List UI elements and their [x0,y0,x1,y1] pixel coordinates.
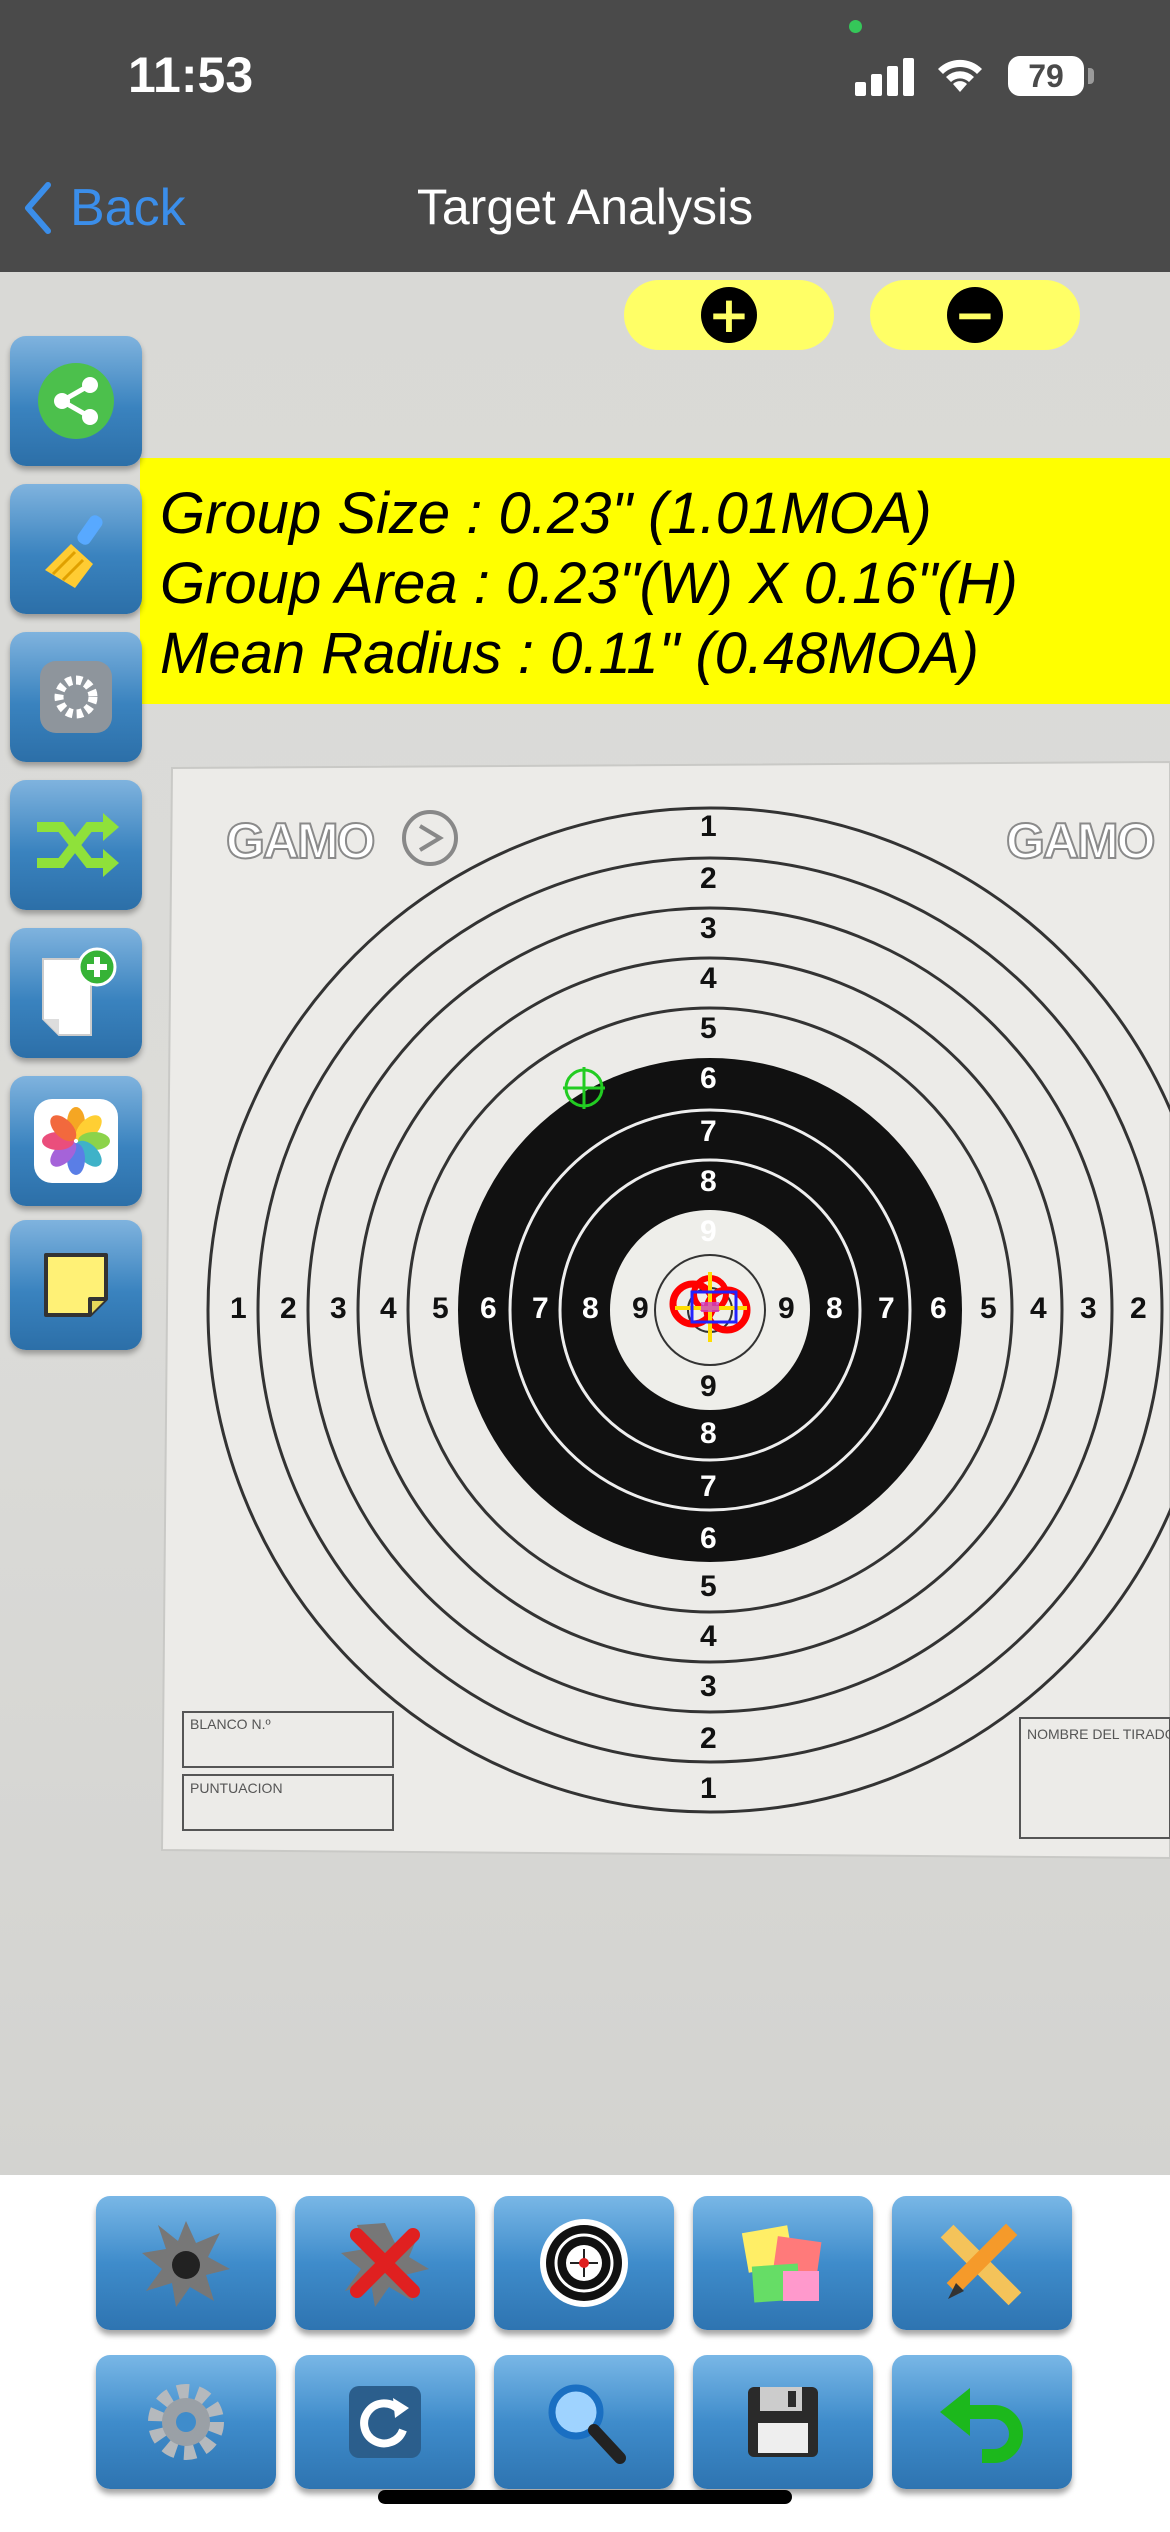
floppy-save-icon [748,2387,818,2457]
magnifier-icon [548,2384,626,2464]
score-number: 6 [930,1292,947,1325]
score-number: 7 [700,1115,717,1148]
score-number: 8 [826,1292,843,1325]
score-number: 3 [700,912,717,945]
save-button[interactable] [693,2355,873,2489]
notes-toolbar-button[interactable] [693,2196,873,2330]
cellular-signal-icon [855,56,915,96]
score-number: 2 [280,1292,297,1325]
undo-button[interactable] [892,2355,1072,2489]
score-number: 9 [700,1215,717,1248]
refresh-icon [349,2386,421,2458]
score-number: 6 [700,1062,717,1095]
gear-icon [40,661,112,733]
brand-logo-right: GAMO [1005,812,1157,870]
score-number: 7 [532,1292,549,1325]
battery-indicator: 79 [1008,56,1084,96]
delete-x-icon [341,2223,429,2307]
undo-arrow-icon [940,2388,1023,2463]
gear-icon [148,2384,224,2460]
score-number: 8 [700,1417,717,1450]
page-title: Target Analysis [416,179,754,235]
settings-side-button[interactable] [10,632,142,762]
score-number: 7 [878,1292,895,1325]
score-number: 9 [778,1292,795,1325]
bullet-hole-icon [142,2221,230,2307]
score-number: 4 [700,962,717,995]
score-number: 3 [700,1670,717,1703]
privacy-indicator [849,20,862,33]
score-number: 6 [480,1292,497,1325]
score-number: 8 [582,1292,599,1325]
settings-button[interactable] [96,2355,276,2489]
score-number: 2 [700,862,717,895]
score-number: 2 [700,1722,717,1755]
refresh-button[interactable] [295,2355,475,2489]
zoom-in-button[interactable]: + [624,280,834,350]
score-number: 4 [700,1620,717,1653]
home-indicator[interactable] [378,2490,792,2504]
share-button[interactable] [10,336,142,466]
score-number: 5 [432,1292,449,1325]
box-label-puntuacion: PUNTUACION [190,1780,283,1796]
delete-shot-button[interactable] [295,2196,475,2330]
share-icon [38,363,114,439]
target-center-icon [540,2219,628,2307]
photo-library-button[interactable] [10,1076,142,1206]
brand-logo-left: GAMO [225,812,377,870]
ruler-pencil-icon [940,2223,1022,2306]
shuffle-button[interactable] [10,780,142,910]
score-number: 5 [700,1570,717,1603]
add-shot-button[interactable] [96,2196,276,2330]
status-time: 11:53 [128,47,254,103]
zoom-search-button[interactable] [494,2355,674,2489]
measure-button[interactable] [892,2196,1072,2330]
aim-point-crosshair-icon[interactable] [561,1065,607,1111]
minus-icon: − [947,287,1003,343]
score-number: 3 [330,1292,347,1325]
mean-radius-text: Mean Radius : 0.11" (0.48MOA) [160,621,979,686]
box-label-tirador: NOMBRE DEL TIRADOR [1027,1726,1170,1742]
score-number: 9 [632,1292,649,1325]
battery-nub [1088,68,1094,84]
score-number: 7 [700,1470,717,1503]
box-label-blanco: BLANCO N.º [190,1716,271,1732]
group-area-text: Group Area : 0.23"(W) X 0.16"(H) [160,551,1018,616]
wifi-icon [938,59,982,92]
score-number: 1 [700,810,717,843]
score-number: 6 [700,1522,717,1555]
score-number: 4 [380,1292,397,1325]
center-target-button[interactable] [494,2196,674,2330]
new-target-button[interactable] [10,928,142,1058]
new-document-icon [42,947,117,1036]
score-number: 5 [980,1292,997,1325]
shuffle-icon [37,813,119,877]
group-size-text: Group Size : 0.23" (1.01MOA) [160,481,932,546]
score-number: 8 [700,1165,717,1198]
clear-button[interactable] [10,484,142,614]
score-number: 9 [700,1370,717,1403]
score-number: 2 [1130,1292,1147,1325]
score-number: 5 [700,1012,717,1045]
note-icon [44,1253,108,1317]
photos-icon [34,1099,118,1183]
score-number: 1 [230,1292,247,1325]
score-number: 3 [1080,1292,1097,1325]
broom-clear-icon [45,515,103,588]
zoom-out-button[interactable]: − [870,280,1080,350]
notes-button[interactable] [10,1220,142,1350]
score-number: 1 [700,1772,717,1805]
score-number: 4 [1030,1292,1047,1325]
group-statistics-panel: Group Size : 0.23" (1.01MOA) Group Area … [140,458,1170,704]
sticky-notes-icon [741,2225,822,2303]
status-bar: 11:53 79 [0,0,1170,140]
shot-group-marker[interactable] [655,1262,775,1352]
plus-icon: + [701,287,757,343]
